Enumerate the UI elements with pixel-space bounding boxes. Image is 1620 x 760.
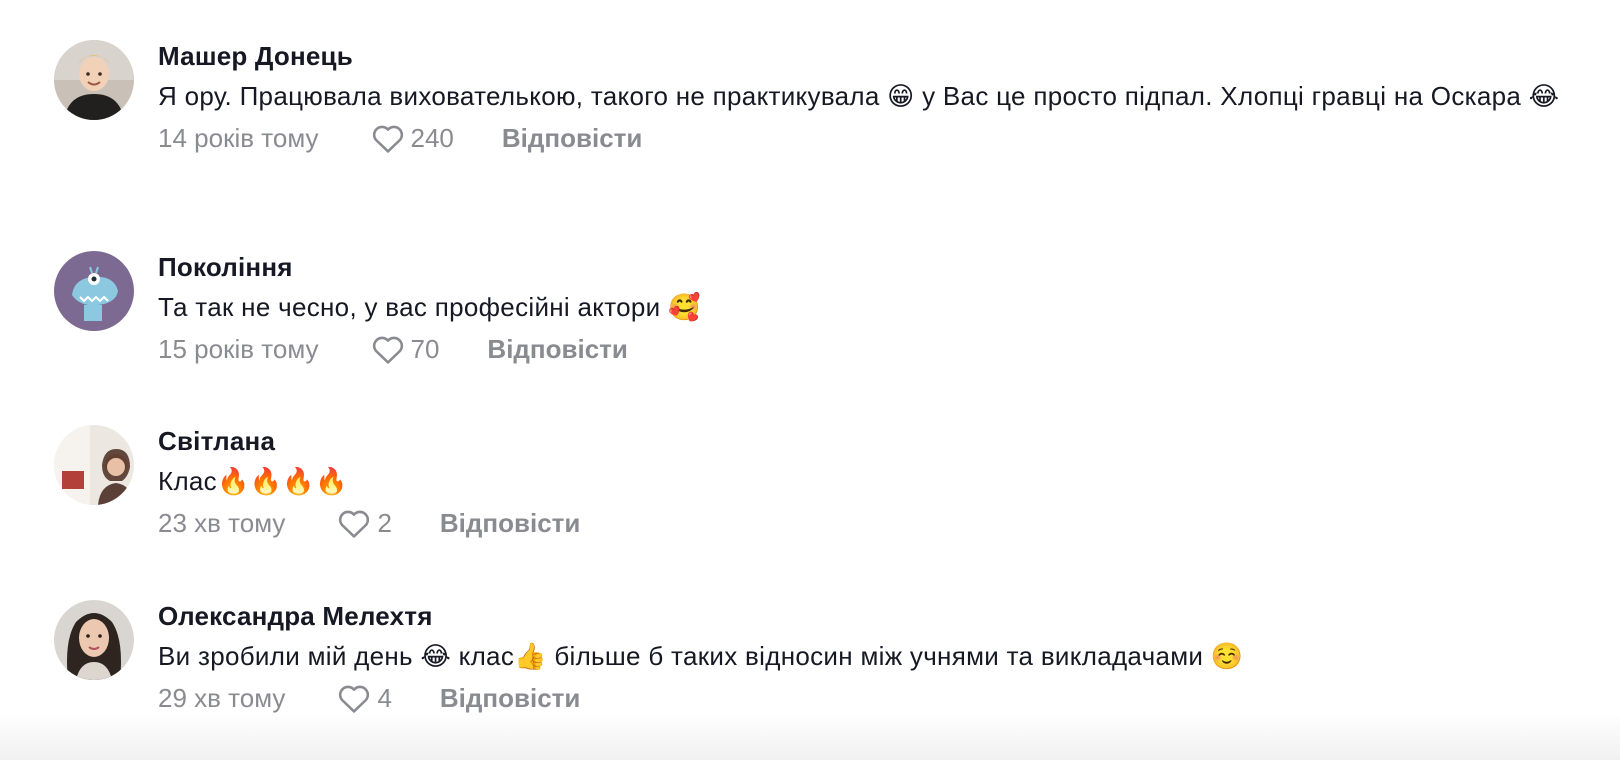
like-count: 2 — [377, 507, 392, 538]
avatar-image — [54, 425, 134, 505]
like-count: 240 — [410, 122, 454, 153]
avatar-image — [54, 40, 134, 120]
reply-button[interactable]: Відповісти — [440, 683, 580, 714]
heart-outline-icon — [339, 510, 370, 538]
scroll-fade — [0, 712, 1620, 760]
comment-timestamp: 14 років тому — [158, 122, 319, 153]
avatar-image — [54, 600, 134, 680]
comment-meta: 15 років тому 70 Відповісти — [158, 329, 1580, 369]
reply-button[interactable]: Відповісти — [502, 123, 642, 154]
comment-timestamp: 15 років тому — [158, 333, 319, 364]
like-button[interactable]: 240 — [371, 122, 454, 154]
like-button[interactable]: 4 — [337, 682, 392, 714]
avatar[interactable] — [54, 425, 134, 505]
comment-author[interactable]: Олександра Мелехтя — [158, 600, 1580, 632]
comment-text: Ви зробили мій день 😂 клас👍 більше б так… — [158, 641, 1244, 671]
comment-text: Та так не чесно, у вас професійні актори… — [158, 292, 701, 322]
heart-outline-icon — [372, 336, 403, 364]
like-count: 4 — [377, 682, 392, 713]
heart-outline-icon — [339, 685, 370, 713]
avatar[interactable] — [54, 600, 134, 680]
avatar[interactable] — [54, 251, 134, 331]
comment-author[interactable]: Покоління — [158, 251, 1580, 283]
like-count: 70 — [410, 333, 440, 364]
comment-text: Я ору. Працювала вихователькою, такого н… — [158, 81, 1560, 111]
like-button[interactable]: 2 — [337, 507, 392, 539]
comment-meta: 23 хв тому 2 Відповісти — [158, 503, 1580, 543]
comment-timestamp: 23 хв тому — [158, 507, 286, 538]
avatar-image — [54, 251, 134, 331]
comment-author[interactable]: Світлана — [158, 425, 1580, 457]
avatar[interactable] — [54, 40, 134, 120]
heart-outline-icon — [372, 125, 403, 153]
comment-text: Клас🔥🔥🔥🔥 — [158, 466, 348, 496]
comment-meta: 14 років тому 240 Відповісти — [158, 118, 1580, 158]
reply-button[interactable]: Відповісти — [487, 334, 627, 365]
comment-author[interactable]: Машер Донець — [158, 40, 1580, 72]
like-button[interactable]: 70 — [371, 333, 440, 365]
comment-timestamp: 29 хв тому — [158, 682, 286, 713]
reply-button[interactable]: Відповісти — [440, 508, 580, 539]
